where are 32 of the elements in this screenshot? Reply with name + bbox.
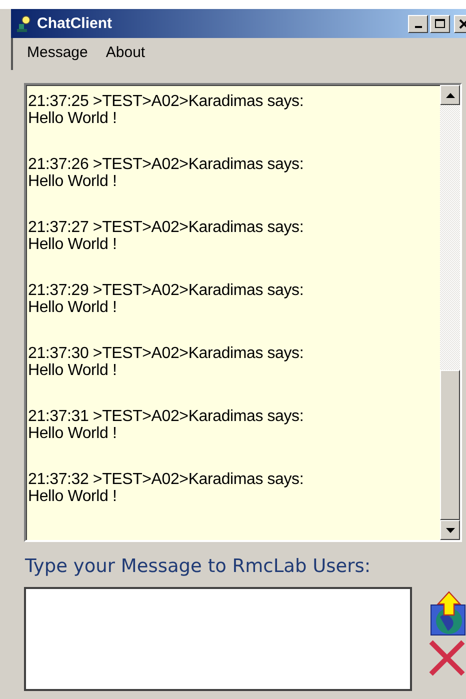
message-text: Hello World !	[28, 173, 118, 190]
message-text: Hello World !	[28, 110, 118, 127]
compose-label: Type your Message to RmcLab Users:	[25, 556, 372, 577]
maximize-icon	[435, 18, 445, 28]
minimize-icon	[414, 26, 422, 28]
window-title: ChatClient	[37, 15, 112, 32]
scroll-thumb[interactable]	[440, 370, 460, 520]
message-input[interactable]	[24, 587, 412, 691]
app-icon	[15, 14, 33, 32]
close-icon	[459, 18, 466, 28]
message-header: 21:37:29 >TEST>A02>Karadimas says:	[28, 282, 305, 299]
message-text: Hello World !	[28, 425, 118, 442]
scroll-down-button[interactable]	[440, 520, 460, 540]
message-header: 21:37:27 >TEST>A02>Karadimas says:	[28, 219, 305, 236]
down-arrow-icon	[446, 528, 454, 532]
message-header: 21:37:30 >TEST>A02>Karadimas says:	[28, 345, 305, 362]
message-header: 21:37:25 >TEST>A02>Karadimas says:	[28, 93, 305, 110]
maximize-button[interactable]	[430, 14, 450, 32]
scroll-up-button[interactable]	[440, 85, 460, 105]
send-globe-icon[interactable]	[428, 591, 466, 637]
up-arrow-icon	[446, 92, 454, 98]
message-header: 21:37:26 >TEST>A02>Karadimas says:	[28, 156, 305, 173]
message-header: 21:37:31 >TEST>A02>Karadimas says:	[28, 408, 305, 425]
minimize-button[interactable]	[408, 14, 428, 32]
message-text: Hello World !	[28, 488, 118, 505]
menu-item[interactable]: About	[106, 44, 146, 70]
menu-item[interactable]: Message	[27, 44, 88, 70]
message-text: Hello World !	[28, 236, 118, 253]
scrollbar[interactable]	[440, 85, 460, 540]
message-text: Hello World !	[28, 362, 118, 379]
message-text: Hello World !	[28, 299, 118, 316]
message-header: 21:37:32 >TEST>A02>Karadimas says:	[28, 471, 305, 488]
